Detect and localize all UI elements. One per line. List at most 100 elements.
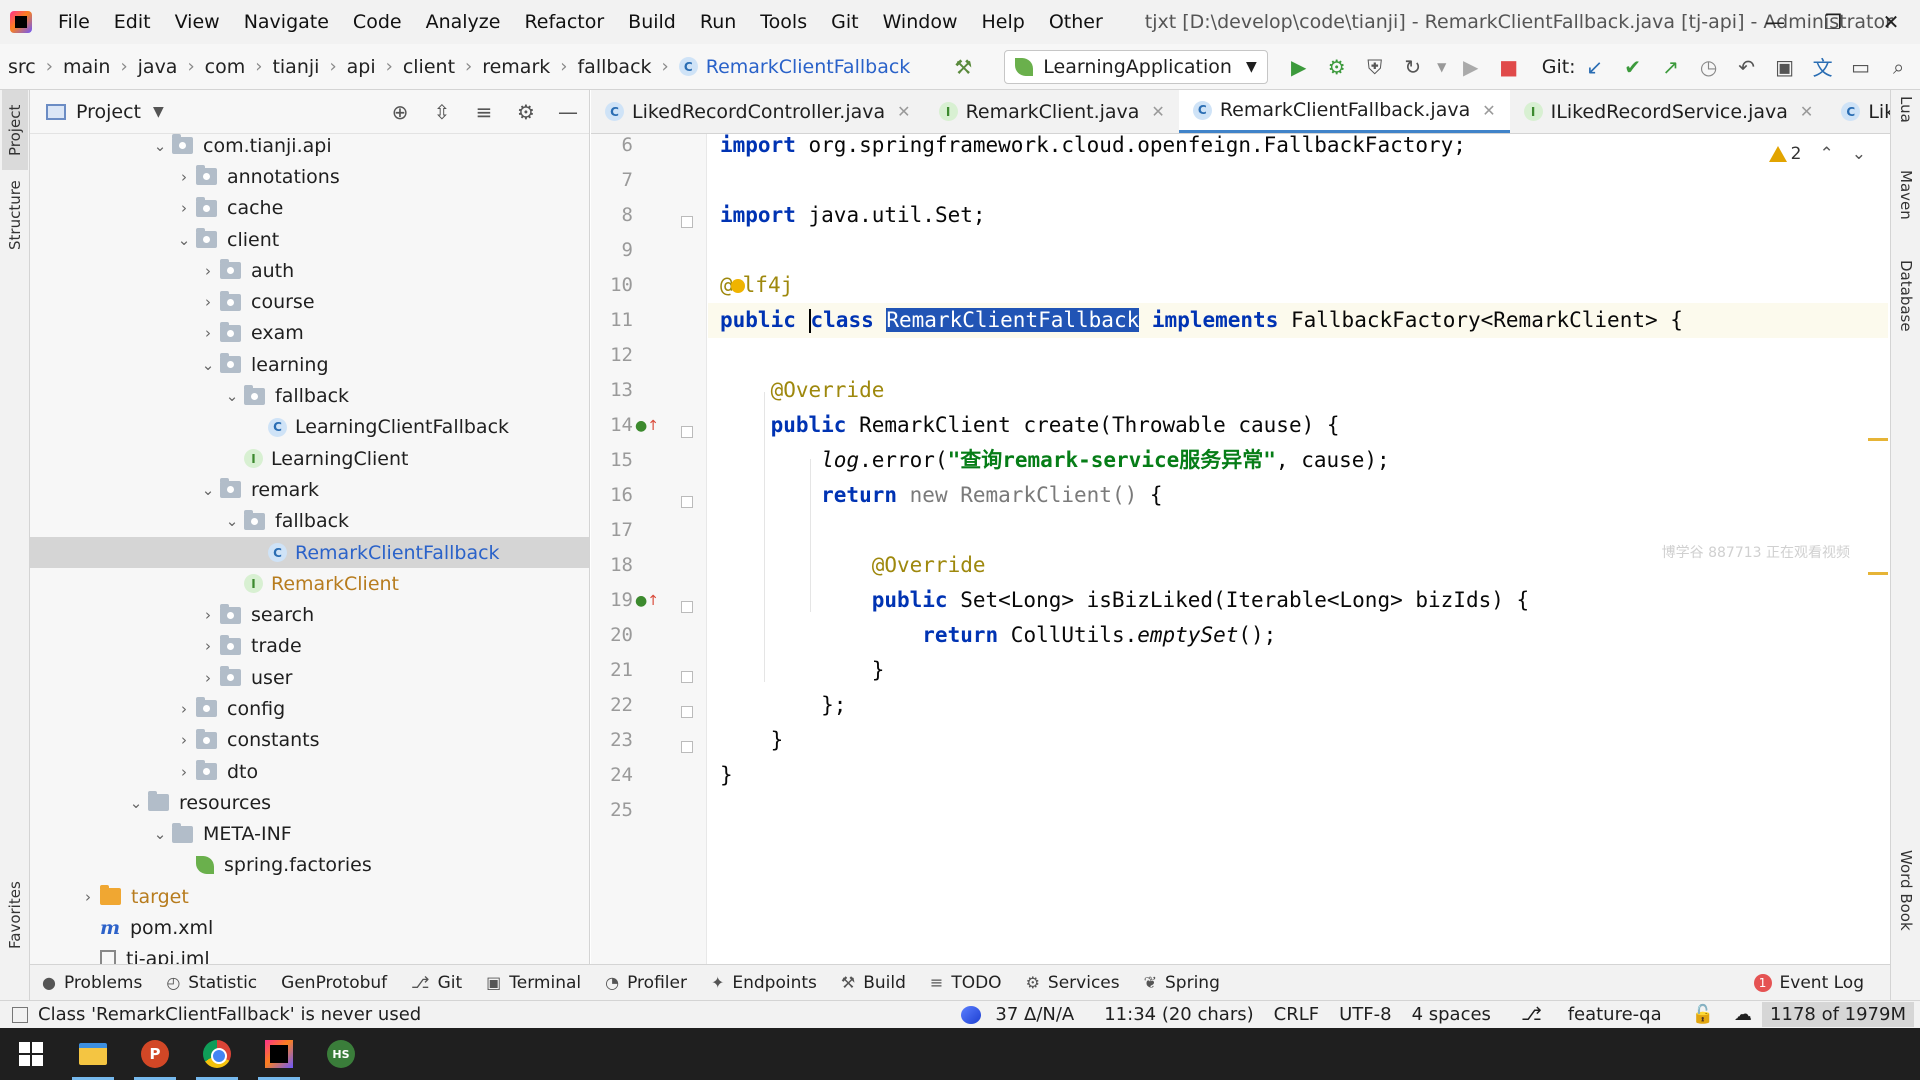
menu-code[interactable]: Code [341, 11, 414, 33]
fold-marker-icon[interactable] [681, 671, 693, 683]
lua-tool-tab[interactable]: Lua [1893, 96, 1919, 166]
chevron-down-icon[interactable]: ⌄ [148, 137, 172, 155]
menu-build[interactable]: Build [616, 11, 688, 33]
project-panel-title[interactable]: Project [76, 101, 141, 123]
chevron-down-icon[interactable]: ⌄ [172, 231, 196, 249]
git-update-icon[interactable]: ↙ [1576, 48, 1614, 86]
menu-help[interactable]: Help [969, 11, 1036, 33]
code-editor[interactable]: 6 7 8 9 10 11 12 13 14 ●↑ 15 16 17 18 19 ●↑ 20 21 22 23 24 25… [591, 134, 1890, 964]
editor-tab[interactable]: C LikedRecordController.java ✕ [591, 90, 925, 133]
menu-edit[interactable]: Edit [102, 11, 163, 33]
tree-node[interactable]: C LearningClientFallback [30, 412, 589, 443]
code-line[interactable]: }; [708, 688, 1888, 723]
code-line[interactable]: return CollUtils.emptySet(); [708, 618, 1888, 653]
taskbar-hs[interactable]: HS [310, 1028, 372, 1080]
scrollbar-marker[interactable] [1868, 438, 1888, 441]
breadcrumb-item[interactable]: src [0, 56, 44, 78]
code-line[interactable]: public Set<Long> isBizLiked(Iterable<Lon… [708, 583, 1888, 618]
chevron-right-icon[interactable]: › [172, 731, 196, 749]
tree-node[interactable]: › trade [30, 631, 589, 662]
tree-node[interactable]: C RemarkClientFallback [30, 536, 589, 569]
tool-window-terminal[interactable]: ▣ Terminal [474, 973, 593, 993]
expand-all-icon[interactable]: ⇳ [421, 100, 463, 124]
tree-node[interactable]: ⌄ learning [30, 349, 589, 380]
chevron-down-icon[interactable]: ⌄ [220, 512, 244, 530]
git-branch[interactable]: ⎇ feature-qa [1501, 1004, 1682, 1025]
presentation-icon[interactable]: ▭ [1842, 48, 1880, 86]
chevron-down-icon[interactable]: ⌄ [196, 356, 220, 374]
taskbar-powerpoint[interactable]: P [124, 1028, 186, 1080]
code-line[interactable]: import java.util.Set; [708, 198, 1888, 233]
tool-window-build[interactable]: ⚒ Build [829, 973, 918, 993]
implements-method-icon[interactable]: ●↑ [635, 418, 661, 434]
tree-node[interactable]: I LearningClient [30, 443, 589, 474]
project-structure-icon[interactable]: ▣ [1766, 48, 1804, 86]
breadcrumb-item[interactable]: fallback [569, 56, 659, 78]
history-icon[interactable]: ◷ [1690, 48, 1728, 86]
breadcrumb-item[interactable]: remark [474, 56, 558, 78]
restore-icon[interactable]: ❐ [1804, 0, 1862, 44]
tree-node[interactable]: ⌄ fallback [30, 506, 589, 537]
tree-node[interactable]: m pom.xml [30, 912, 589, 943]
memory-indicator[interactable]: 1178 of 1979M [1762, 1002, 1914, 1027]
fold-marker-icon[interactable] [681, 496, 693, 508]
tree-node[interactable]: › target [30, 881, 589, 912]
editor-tab[interactable]: C RemarkClientFallback.java ✕ [1178, 90, 1510, 133]
menu-file[interactable]: File [46, 11, 102, 33]
tool-window-endpoints[interactable]: ✦ Endpoints [699, 973, 829, 993]
menu-analyze[interactable]: Analyze [414, 11, 513, 33]
tree-node[interactable]: › annotations [30, 161, 589, 192]
tree-node[interactable]: tj-api.iml [30, 944, 589, 964]
menu-git[interactable]: Git [819, 11, 870, 33]
translate-icon[interactable]: 文 [1804, 48, 1842, 86]
lock-icon[interactable]: 🔓 [1682, 1004, 1724, 1025]
breadcrumb-item[interactable]: java [130, 56, 186, 78]
maven-tool-tab[interactable]: Maven [1893, 170, 1919, 250]
chevron-right-icon[interactable]: › [196, 669, 220, 687]
tree-node[interactable]: ⌄ fallback [30, 380, 589, 411]
run-icon[interactable]: ▶ [1280, 48, 1318, 86]
tree-node[interactable]: ⌄ META-INF [30, 819, 589, 850]
code-line[interactable] [708, 793, 1888, 828]
tab-close-icon[interactable]: ✕ [1482, 101, 1495, 120]
tab-close-icon[interactable]: ✕ [1151, 102, 1164, 121]
stop-icon[interactable]: ■ [1490, 48, 1528, 86]
tool-window-event-log[interactable]: 1 Event Log [1742, 973, 1876, 993]
chevron-down-icon[interactable]: ▼ [153, 104, 164, 120]
tool-window-problems[interactable]: ● Problems [30, 973, 154, 993]
fold-marker-icon[interactable] [681, 706, 693, 718]
chevron-right-icon[interactable]: › [196, 293, 220, 311]
chevron-right-icon[interactable]: › [196, 324, 220, 342]
tool-window-git[interactable]: ⎇ Git [399, 973, 474, 993]
previous-highlight-icon[interactable]: ⌃ [1820, 144, 1834, 164]
chevron-down-icon[interactable]: ⌄ [220, 387, 244, 405]
tree-node[interactable]: › config [30, 693, 589, 724]
resume-icon[interactable]: ▶ [1452, 48, 1490, 86]
tool-windows-toggle-icon[interactable] [12, 1006, 28, 1023]
power-save-icon[interactable]: ☁ [1724, 1004, 1762, 1025]
code-line[interactable]: } [708, 653, 1888, 688]
code-line[interactable]: import org.springframework.cloud.openfei… [708, 134, 1888, 163]
chevron-right-icon[interactable]: › [172, 700, 196, 718]
menu-tools[interactable]: Tools [748, 11, 819, 33]
breadcrumb-item[interactable]: main [55, 56, 118, 78]
menu-other[interactable]: Other [1037, 11, 1115, 33]
menu-run[interactable]: Run [688, 11, 748, 33]
code-line[interactable] [708, 163, 1888, 198]
chevron-right-icon[interactable]: › [172, 168, 196, 186]
chevron-down-icon[interactable]: ⌄ [124, 794, 148, 812]
editor-tab[interactable]: I ILikedRecordService.java ✕ [1510, 90, 1828, 133]
chevron-right-icon[interactable]: › [196, 262, 220, 280]
fold-marker-icon[interactable] [681, 601, 693, 613]
tree-node[interactable]: › search [30, 599, 589, 630]
breadcrumb-item[interactable]: tianji [264, 56, 327, 78]
gear-icon[interactable]: ⚙ [505, 100, 547, 124]
indent-setting[interactable]: 4 spaces [1402, 1004, 1501, 1025]
fold-marker-icon[interactable] [681, 741, 693, 753]
taskbar-chrome[interactable] [186, 1028, 248, 1080]
chevron-down-icon[interactable]: ⌄ [196, 481, 220, 499]
taskbar-intellij[interactable] [248, 1028, 310, 1080]
code-line[interactable] [708, 233, 1888, 268]
tree-node[interactable]: ⌄ remark [30, 474, 589, 505]
tool-window-services[interactable]: ⚙ Services [1014, 973, 1132, 993]
